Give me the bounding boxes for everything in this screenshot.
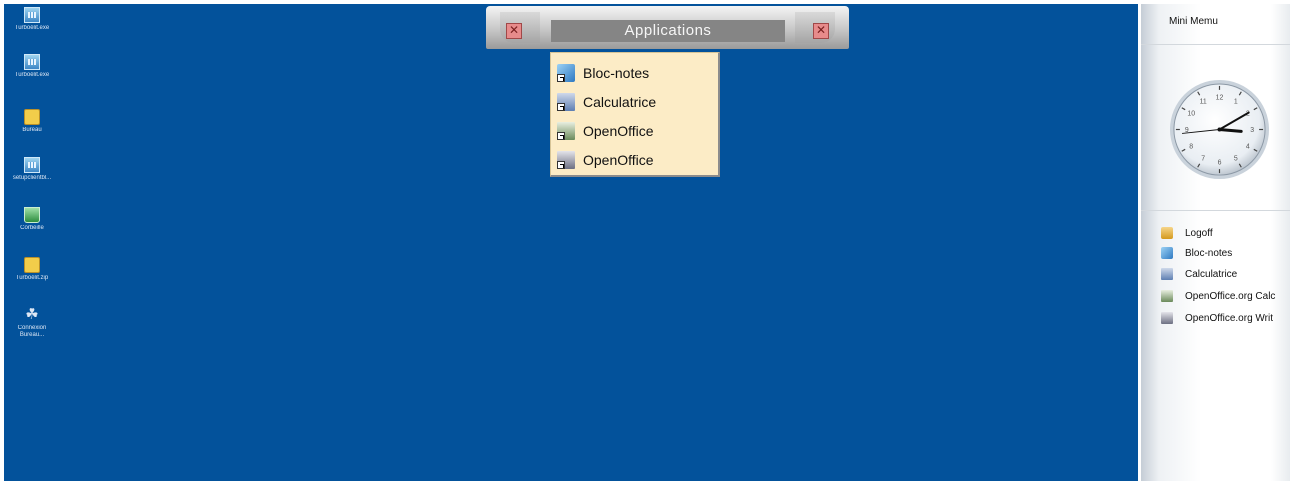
openoffice-calc-icon [1161, 290, 1173, 302]
shortcut-arrow-icon [557, 103, 565, 111]
folder-icon [24, 109, 40, 125]
zip-folder-icon [24, 257, 40, 273]
desktop-icon-setupclient[interactable]: setupclientbl... [4, 157, 60, 182]
mini-item-label: Logoff [1185, 227, 1213, 239]
shortcut-arrow-icon [557, 74, 565, 82]
clock-numeral: 6 [1218, 160, 1222, 167]
desktop-icon-turboelit-exe[interactable]: Turboélit.exe [4, 7, 60, 32]
applications-bar: ✕ Applications ✕ [486, 6, 849, 49]
clock-center [1217, 127, 1222, 132]
mini-item-logoff[interactable]: Logoff [1161, 226, 1213, 240]
menu-item-openoffice-writer[interactable]: OpenOffice [557, 150, 654, 170]
clock-numeral: 3 [1250, 127, 1254, 134]
mini-menu-panel: Mini Memu 121234567891011 Logoff Bloc-no… [1141, 4, 1290, 481]
close-icon: ✕ [508, 23, 520, 37]
clock-numeral: 4 [1246, 143, 1250, 150]
desktop-icon-bureau[interactable]: Bureau [4, 109, 60, 134]
close-icon: ✕ [815, 23, 827, 37]
mini-item-bloc-notes[interactable]: Bloc-notes [1161, 246, 1232, 260]
close-left-button[interactable]: ✕ [506, 23, 522, 39]
menu-item-label: Calculatrice [583, 94, 657, 110]
applications-title[interactable]: Applications [551, 20, 785, 42]
desktop-icon-turboelit-exe-2[interactable]: Turboélit.exe [4, 54, 60, 79]
logoff-key-icon [1161, 227, 1173, 239]
desktop-icon-label: Connexion Bureau... [17, 325, 47, 338]
menu-item-label: Bloc-notes [583, 65, 650, 81]
mini-item-openoffice-calc[interactable]: OpenOffice.org Calc [1161, 289, 1275, 303]
desktop-icon-turboelit-zip[interactable]: Turboélit.zip [4, 257, 60, 282]
shortcut-arrow-icon [557, 161, 565, 169]
mini-item-calculatrice[interactable]: Calculatrice [1161, 267, 1237, 281]
mini-menu-title: Mini Memu [1169, 16, 1218, 27]
clock-numeral: 10 [1187, 111, 1195, 118]
openoffice-writer-icon [1161, 312, 1173, 324]
menu-item-label: OpenOffice [583, 152, 654, 168]
notepad-icon [557, 64, 575, 82]
clock-numeral: 11 [1200, 99, 1207, 106]
notepad-icon [1161, 247, 1173, 259]
openoffice-calc-icon [557, 122, 575, 140]
desktop-icon-label: Turboélit.exe [14, 72, 50, 78]
desktop-icon-label: setupclientbl... [12, 175, 52, 181]
clock-numeral: 5 [1234, 155, 1238, 162]
divider [1141, 44, 1290, 45]
menu-item-bloc-notes[interactable]: Bloc-notes [557, 63, 649, 83]
calculator-icon [1161, 268, 1173, 280]
app-icon [24, 54, 40, 70]
desktop-icon-label: Corbeille [20, 225, 44, 231]
remote-desktop-icon: ☘ [25, 306, 39, 323]
analog-clock: 121234567891011 [1169, 79, 1270, 180]
divider [1141, 210, 1290, 211]
mini-item-label: OpenOffice.org Writ [1185, 312, 1273, 324]
mini-item-label: Calculatrice [1185, 268, 1238, 280]
mini-item-label: Bloc-notes [1185, 247, 1233, 259]
mini-item-label: OpenOffice.org Calc [1185, 290, 1276, 302]
calculator-icon [557, 93, 575, 111]
app-icon [24, 7, 40, 23]
menu-item-openoffice-calc[interactable]: OpenOffice [557, 121, 654, 141]
menu-item-label: OpenOffice [583, 123, 654, 139]
hour-hand [1218, 128, 1243, 133]
applications-menu: Bloc-notes Calculatrice OpenOffice OpenO… [550, 52, 720, 177]
clock-numeral: 12 [1216, 94, 1224, 101]
shortcut-arrow-icon [557, 132, 565, 140]
clock-numeral: 8 [1189, 143, 1193, 150]
desktop-icon-corbeille[interactable]: Corbeille [4, 207, 60, 232]
app-icon [24, 157, 40, 173]
close-right-button[interactable]: ✕ [813, 23, 829, 39]
clock-numeral: 7 [1201, 155, 1205, 162]
desktop-icon-label: Bureau [22, 127, 42, 133]
menu-item-calculatrice[interactable]: Calculatrice [557, 92, 656, 112]
recycle-bin-icon [24, 207, 40, 223]
clock-numeral: 1 [1234, 99, 1238, 106]
desktop-icon-label: Turboélit.zip [15, 275, 49, 281]
openoffice-writer-icon [557, 151, 575, 169]
mini-item-openoffice-writer[interactable]: OpenOffice.org Writ [1161, 311, 1273, 325]
desktop-icon-label: Turboélit.exe [14, 25, 50, 31]
desktop-icon-connexion-bureau[interactable]: ☘ Connexion Bureau... [4, 307, 60, 339]
